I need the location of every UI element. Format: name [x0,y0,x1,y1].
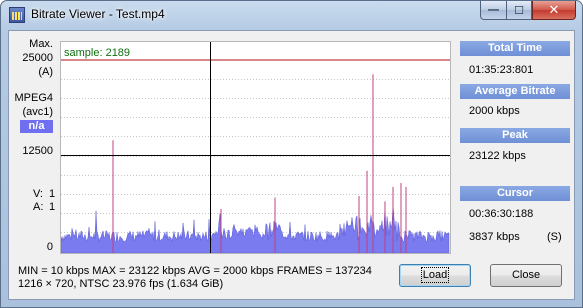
file-info-line: 1216 × 720, NTSC 23.976 fps (1.634 GiB) [18,278,224,290]
close-window-button[interactable]: ✕ [532,1,576,20]
peak-header: Peak [460,128,570,143]
bitrate-app-icon [9,7,25,23]
client-area: Max. 25000 (A) MPEG4 (avc1) n/a 12500 V:… [8,30,575,300]
cursor-header: Cursor [460,186,570,201]
close-button[interactable]: Close [490,264,562,287]
bitrate-graph-svg [61,42,450,253]
title-bar[interactable]: Bitrate Viewer - Test.mp4 — ☐ ✕ [1,1,582,29]
cursor-mode: (S) [547,231,562,243]
cursor-bitrate-value: 3837 kbps [469,231,520,243]
v-label: V: [33,188,43,200]
load-button[interactable]: Load [399,264,471,287]
cursor-time-value: 00:36:30:188 [469,208,534,220]
codec-sub-label: (avc1) [22,106,53,118]
window-controls: — ☐ ✕ [480,1,576,21]
stats-line: MIN = 10 kbps MAX = 23122 kbps AVG = 200… [18,265,372,277]
peak-value: 23122 kbps [469,150,526,162]
maximize-button[interactable]: ☐ [506,1,532,20]
total-time-value: 01:35:23:801 [469,64,534,76]
average-bitrate-header: Average Bitrate [460,84,570,99]
mid-value: 12500 [22,145,53,157]
zero-label: 0 [46,241,53,253]
max-label: Max. [29,38,53,50]
codec-label: MPEG4 [14,92,53,104]
max-value: 25000 [22,52,53,64]
app-window: Bitrate Viewer - Test.mp4 — ☐ ✕ Max. 250… [0,0,583,308]
total-time-header: Total Time [460,41,570,56]
bitrate-area [61,203,450,253]
window-title: Bitrate Viewer - Test.mp4 [31,7,165,21]
load-button-label: Load [420,267,450,283]
sample-label: sample: 2189 [64,47,131,59]
a-value: 1 [49,201,56,213]
v-value: 1 [49,188,56,200]
bitrate-graph[interactable]: sample: 2189 [60,41,451,254]
max-unit: (A) [38,66,53,78]
average-bitrate-value: 2000 kbps [469,105,520,117]
minimize-button[interactable]: — [480,1,506,20]
codec-badge: n/a [20,120,53,133]
a-label: A: [33,201,44,213]
